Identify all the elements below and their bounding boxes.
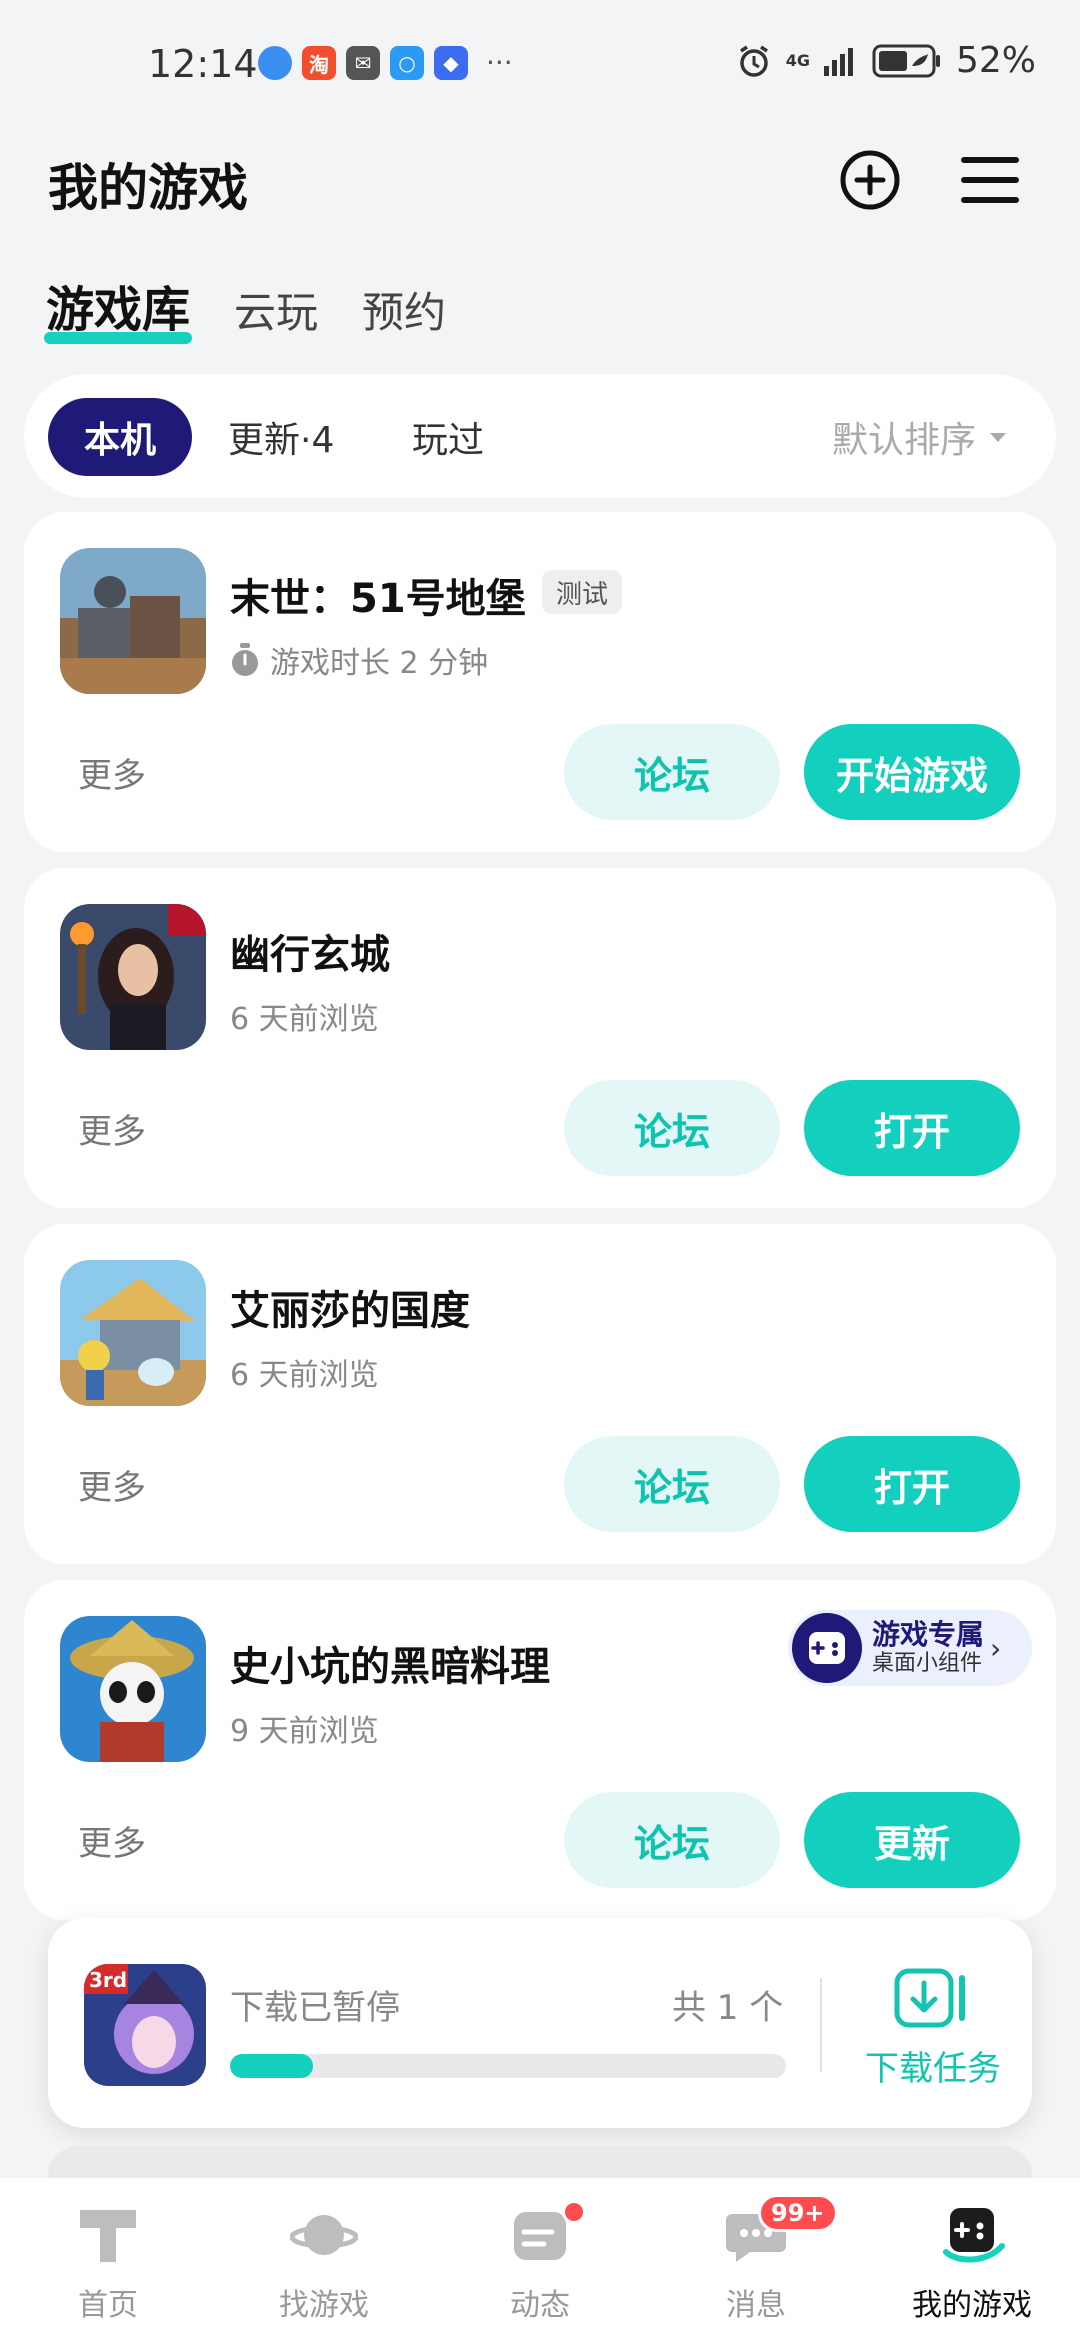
nav-label: 我的游戏 — [912, 2288, 1032, 2323]
divider — [820, 1978, 822, 2072]
more-link[interactable]: 更多 — [78, 1104, 146, 1153]
game-title: 幽行玄城 — [230, 932, 390, 978]
tab-reservations[interactable]: 预约 — [362, 279, 446, 340]
nav-label: 消息 — [726, 2288, 786, 2323]
menu-button[interactable] — [958, 148, 1022, 212]
network-type: 4G — [785, 51, 810, 70]
download-progress-bar — [230, 2054, 786, 2078]
nav-my-games[interactable]: 我的游戏 — [864, 2178, 1080, 2340]
download-status: 下载已暂停 — [230, 1988, 400, 2028]
search-notification-icon: ○ — [390, 46, 424, 80]
forum-button[interactable]: 论坛 — [564, 1792, 780, 1888]
gamepad-icon — [943, 2208, 1005, 2263]
page-title: 我的游戏 — [48, 159, 248, 217]
game-title: 末世：51号地堡 — [230, 576, 526, 622]
battery-percent: 52% — [955, 40, 1036, 81]
more-notifications-icon: ··· — [486, 46, 513, 79]
game-card[interactable]: 末世：51号地堡 测试 游戏时长 2 分钟 更多 论坛 开始游戏 — [24, 512, 1056, 852]
download-icon-badge: 3rd — [89, 1968, 127, 1992]
status-bar: 12:14 淘 ✉ ○ ◆ ··· 4G 52% — [0, 0, 1080, 130]
unread-badge: 99+ — [758, 2194, 838, 2232]
open-button[interactable]: 打开 — [804, 1080, 1020, 1176]
gamepad-widget-icon — [792, 1613, 862, 1683]
sort-dropdown[interactable]: 默认排序 — [832, 398, 1006, 476]
download-tasks-icon — [894, 1968, 965, 2027]
hamburger-menu-icon — [961, 157, 1019, 203]
more-link[interactable]: 更多 — [78, 1816, 146, 1865]
game-subtitle: 9 天前浏览 — [230, 1706, 379, 1750]
test-badge: 测试 — [542, 570, 623, 614]
download-tasks-button[interactable]: 下载任务 — [848, 1948, 1018, 2108]
top-tabs: 游戏库 云玩 预约 — [43, 270, 446, 344]
download-tasks-label: 下载任务 — [865, 2048, 1001, 2089]
game-card[interactable]: 史小坑的黑暗料理 9 天前浏览 游戏专属 桌面小组件 › 更多 论坛 更新 — [24, 1580, 1056, 1920]
tab-game-library[interactable]: 游戏库 — [43, 270, 193, 344]
start-game-button[interactable]: 开始游戏 — [804, 724, 1020, 820]
more-link[interactable]: 更多 — [78, 748, 146, 797]
game-icon[interactable] — [60, 1260, 206, 1406]
game-icon[interactable] — [60, 1616, 206, 1762]
nav-home[interactable]: 首页 — [0, 2178, 216, 2340]
planet-icon — [290, 2215, 358, 2255]
last-viewed-text: 6 天前浏览 — [230, 1002, 379, 1037]
widget-title: 游戏专属 — [872, 1618, 985, 1651]
more-link[interactable]: 更多 — [78, 1460, 146, 1509]
game-title: 艾丽莎的国度 — [230, 1288, 470, 1334]
game-icon[interactable] — [60, 904, 206, 1050]
game-subtitle: 6 天前浏览 — [230, 1350, 379, 1394]
compass-notification-icon: ◆ — [434, 46, 468, 80]
last-viewed-text: 6 天前浏览 — [230, 1358, 379, 1393]
battery-icon — [872, 44, 940, 77]
home-icon — [80, 2210, 136, 2262]
filter-local-chip[interactable]: 本机 — [48, 398, 192, 476]
nav-feed[interactable]: 动态 — [432, 2178, 648, 2340]
nav-find-games[interactable]: 找游戏 — [216, 2178, 432, 2340]
tab-cloud-play[interactable]: 云玩 — [234, 279, 318, 340]
filter-played-chip[interactable]: 玩过 — [412, 398, 484, 476]
download-progress-fill — [230, 2054, 314, 2078]
signal-icon — [823, 47, 853, 76]
last-viewed-text: 9 天前浏览 — [230, 1714, 379, 1749]
game-card[interactable]: 艾丽莎的国度 6 天前浏览 更多 论坛 打开 — [24, 1224, 1056, 1564]
plus-circle-icon — [840, 150, 900, 210]
notification-icons: 淘 ✉ ○ ◆ ··· — [258, 46, 513, 80]
playtime-text: 游戏时长 2 分钟 — [270, 646, 489, 681]
nav-label: 动态 — [510, 2288, 570, 2323]
forum-button[interactable]: 论坛 — [564, 1080, 780, 1176]
game-title: 史小坑的黑暗料理 — [230, 1644, 550, 1690]
download-game-icon: 3rd — [84, 1964, 206, 2086]
status-time: 12:14 — [148, 42, 258, 86]
filter-updates-chip[interactable]: 更新·4 — [228, 398, 334, 476]
taobao-notification-icon: 淘 — [302, 46, 336, 80]
sort-label: 默认排序 — [831, 420, 976, 461]
notification-dot — [562, 2200, 586, 2224]
add-game-button[interactable] — [838, 148, 902, 212]
game-subtitle: 6 天前浏览 — [230, 994, 379, 1038]
nav-label: 找游戏 — [279, 2288, 369, 2323]
caret-down-icon — [990, 432, 1006, 442]
nav-messages[interactable]: 99+ 消息 — [648, 2178, 864, 2340]
forum-button[interactable]: 论坛 — [564, 1436, 780, 1532]
game-subtitle: 游戏时长 2 分钟 — [230, 638, 488, 682]
game-card[interactable]: 幽行玄城 6 天前浏览 更多 论坛 打开 — [24, 868, 1056, 1208]
widget-subtitle: 桌面小组件 — [872, 1651, 983, 1676]
download-count: 共 1 个 — [672, 1988, 784, 2028]
browser-notification-icon — [258, 46, 292, 80]
forum-button[interactable]: 论坛 — [564, 724, 780, 820]
open-button[interactable]: 打开 — [804, 1436, 1020, 1532]
envelope-notification-icon: ✉ — [346, 46, 380, 80]
filter-bar: 本机 更新·4 玩过 默认排序 — [24, 374, 1056, 498]
desktop-widget-button[interactable]: 游戏专属 桌面小组件 › — [788, 1610, 1032, 1686]
chevron-right-icon: › — [990, 1631, 1002, 1665]
update-button[interactable]: 更新 — [804, 1792, 1020, 1888]
stopwatch-icon — [232, 643, 258, 676]
status-indicators: 4G 52% — [736, 40, 1036, 81]
bottom-navigation: 首页 找游戏 动态 99+ 消息 我的游戏 — [0, 2178, 1080, 2340]
download-panel[interactable]: 3rd 下载已暂停 共 1 个 下载任务 — [48, 1918, 1032, 2128]
nav-label: 首页 — [78, 2288, 138, 2323]
alarm-icon — [739, 45, 768, 77]
game-icon[interactable] — [60, 548, 206, 694]
widget-text: 游戏专属 桌面小组件 — [872, 1619, 984, 1677]
